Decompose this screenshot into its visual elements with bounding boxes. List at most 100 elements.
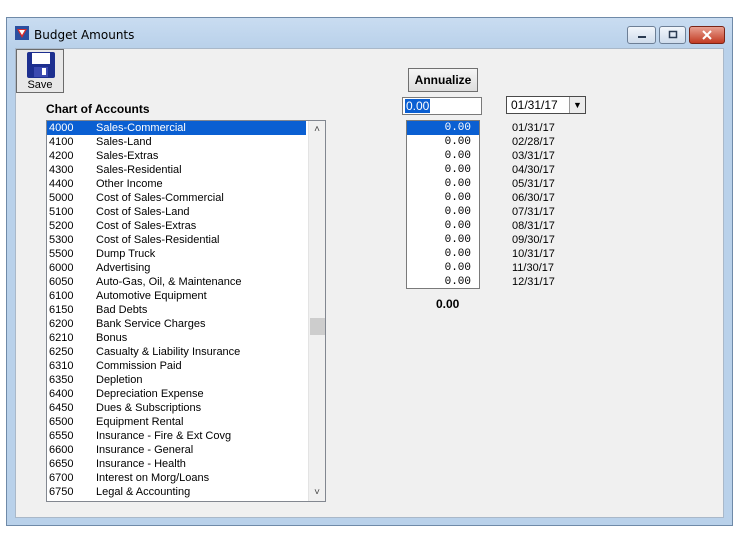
chevron-down-icon[interactable]: ▼ [569, 97, 585, 113]
save-label: Save [27, 79, 53, 91]
account-code: 4000 [49, 122, 74, 134]
account-code: 6550 [49, 430, 74, 442]
period-amount-row[interactable]: 0.00 [407, 191, 479, 205]
account-row[interactable]: 6310 Commission Paid [47, 359, 325, 373]
period-date-label: 12/31/17 [512, 276, 555, 288]
scroll-thumb[interactable] [310, 318, 325, 335]
account-code: 6700 [49, 472, 74, 484]
maximize-icon [668, 30, 677, 39]
account-code: 6500 [49, 416, 74, 428]
account-row[interactable]: 5000 Cost of Sales-Commercial [47, 191, 325, 205]
account-row[interactable]: 6600 Insurance - General [47, 443, 325, 457]
maximize-button[interactable] [659, 26, 686, 44]
period-amount-row[interactable]: 0.00 [407, 135, 479, 149]
period-amount-row[interactable]: 0.00 [407, 163, 479, 177]
floppy-disk-icon [27, 52, 55, 78]
period-date-label: 05/31/17 [512, 178, 555, 190]
minimize-button[interactable] [627, 26, 656, 44]
account-code: 6600 [49, 444, 74, 456]
period-date-label: 11/30/17 [512, 262, 555, 274]
period-date-list: 01/31/17 02/28/17 03/31/17 04/30/17 05/31/17… [512, 121, 572, 289]
account-name: Interest on Morg/Loans [96, 472, 210, 484]
account-row[interactable]: 4200 Sales-Extras [47, 149, 325, 163]
period-amount-row[interactable]: 0.00 [407, 275, 479, 289]
period-date-label: 02/28/17 [512, 136, 555, 148]
save-button[interactable]: Save [16, 49, 64, 93]
period-date-label: 06/30/17 [512, 192, 555, 204]
account-row[interactable]: 6050 Auto-Gas, Oil, & Maintenance [47, 275, 325, 289]
account-name: Casualty & Liability Insurance [96, 346, 241, 358]
account-name: Sales-Commercial [96, 122, 186, 134]
period-amount-row[interactable]: 0.00 [407, 261, 479, 275]
account-row[interactable]: 4100 Sales-Land [47, 135, 325, 149]
account-code: 5100 [49, 206, 74, 218]
account-row[interactable]: 6350 Depletion [47, 373, 325, 387]
account-code: 5300 [49, 234, 74, 246]
account-name: Sales-Land [96, 136, 152, 148]
chart-of-accounts-list[interactable]: 4000 Sales-Commercial 4100 Sales-Land 4200 Sa… [46, 120, 326, 502]
account-row[interactable]: 6400 Depreciation Expense [47, 387, 325, 401]
period-amount-list[interactable]: 0.00 0.00 0.00 0.00 0.00 0.00 0.00 0.00 0.00 0.00… [406, 120, 480, 289]
account-code: 4400 [49, 178, 74, 190]
account-row[interactable]: 6500 Equipment Rental [47, 415, 325, 429]
chart-of-accounts-rows: 4000 Sales-Commercial 4100 Sales-Land 4200 Sa… [47, 121, 325, 499]
account-code: 5000 [49, 192, 74, 204]
account-row[interactable]: 5500 Dump Truck [47, 247, 325, 261]
account-name: Insurance - Health [96, 458, 186, 470]
account-code: 6750 [49, 486, 74, 498]
account-row[interactable]: 6210 Bonus [47, 331, 325, 345]
account-name: Other Income [96, 178, 163, 190]
period-amount-row[interactable]: 0.00 [407, 247, 479, 261]
account-name: Insurance - Fire & Ext Covg [96, 430, 232, 442]
account-name: Bad Debts [96, 304, 148, 316]
account-row[interactable]: 5300 Cost of Sales-Residential [47, 233, 325, 247]
list-scrollbar[interactable]: ˄ ˅ [308, 121, 325, 501]
account-code: 6450 [49, 402, 74, 414]
account-row[interactable]: 6200 Bank Service Charges [47, 317, 325, 331]
account-row[interactable]: 6100 Automotive Equipment [47, 289, 325, 303]
period-amount-row[interactable]: 0.00 [407, 149, 479, 163]
budget-amounts-window: Budget Amounts Save Chart of Accounts 40… [6, 17, 733, 526]
period-date-label: 08/31/17 [512, 220, 555, 232]
account-code: 6400 [49, 388, 74, 400]
account-name: Bank Service Charges [96, 318, 206, 330]
title-bar[interactable]: Budget Amounts [7, 18, 732, 48]
account-name: Cost of Sales-Extras [96, 220, 197, 232]
period-amount-row[interactable]: 0.00 [407, 219, 479, 233]
account-row[interactable]: 6650 Insurance - Health [47, 457, 325, 471]
account-row[interactable]: 4400 Other Income [47, 177, 325, 191]
annualize-button[interactable]: Annualize [408, 68, 478, 92]
account-row[interactable]: 6150 Bad Debts [47, 303, 325, 317]
annualize-amount-input[interactable]: 0.00 [402, 97, 482, 115]
account-code: 5500 [49, 248, 74, 260]
account-row[interactable]: 6450 Dues & Subscriptions [47, 401, 325, 415]
account-name: Depletion [96, 374, 143, 386]
close-icon [702, 30, 712, 40]
account-row[interactable]: 6700 Interest on Morg/Loans [47, 471, 325, 485]
account-code: 6210 [49, 332, 74, 344]
scroll-down-arrow[interactable]: ˅ [309, 484, 325, 501]
close-button[interactable] [689, 26, 725, 44]
account-row[interactable]: 6000 Advertising [47, 261, 325, 275]
account-row[interactable]: 6250 Casualty & Liability Insurance [47, 345, 325, 359]
account-name: Advertising [96, 262, 151, 274]
period-date-label: 09/30/17 [512, 234, 555, 246]
client-area: Save Chart of Accounts 4000 Sales-Commerc… [15, 48, 724, 518]
account-row[interactable]: 4300 Sales-Residential [47, 163, 325, 177]
period-amount-row[interactable]: 0.00 [407, 177, 479, 191]
annualize-date-select[interactable]: 01/31/17 ▼ [506, 96, 586, 114]
account-name: Sales-Residential [96, 164, 182, 176]
account-row[interactable]: 6750 Legal & Accounting [47, 485, 325, 499]
period-amount-row[interactable]: 0.00 [407, 233, 479, 247]
account-name: Commission Paid [96, 360, 182, 372]
account-row[interactable]: 6550 Insurance - Fire & Ext Covg [47, 429, 325, 443]
period-amount-row[interactable]: 0.00 [407, 121, 479, 135]
account-name: Sales-Extras [96, 150, 159, 162]
account-row[interactable]: 4000 Sales-Commercial [47, 121, 306, 135]
scroll-up-arrow[interactable]: ˄ [309, 121, 325, 138]
account-name: Legal & Accounting [96, 486, 191, 498]
account-row[interactable]: 5200 Cost of Sales-Extras [47, 219, 325, 233]
period-amount-row[interactable]: 0.00 [407, 205, 479, 219]
account-row[interactable]: 5100 Cost of Sales-Land [47, 205, 325, 219]
account-code: 6350 [49, 374, 74, 386]
